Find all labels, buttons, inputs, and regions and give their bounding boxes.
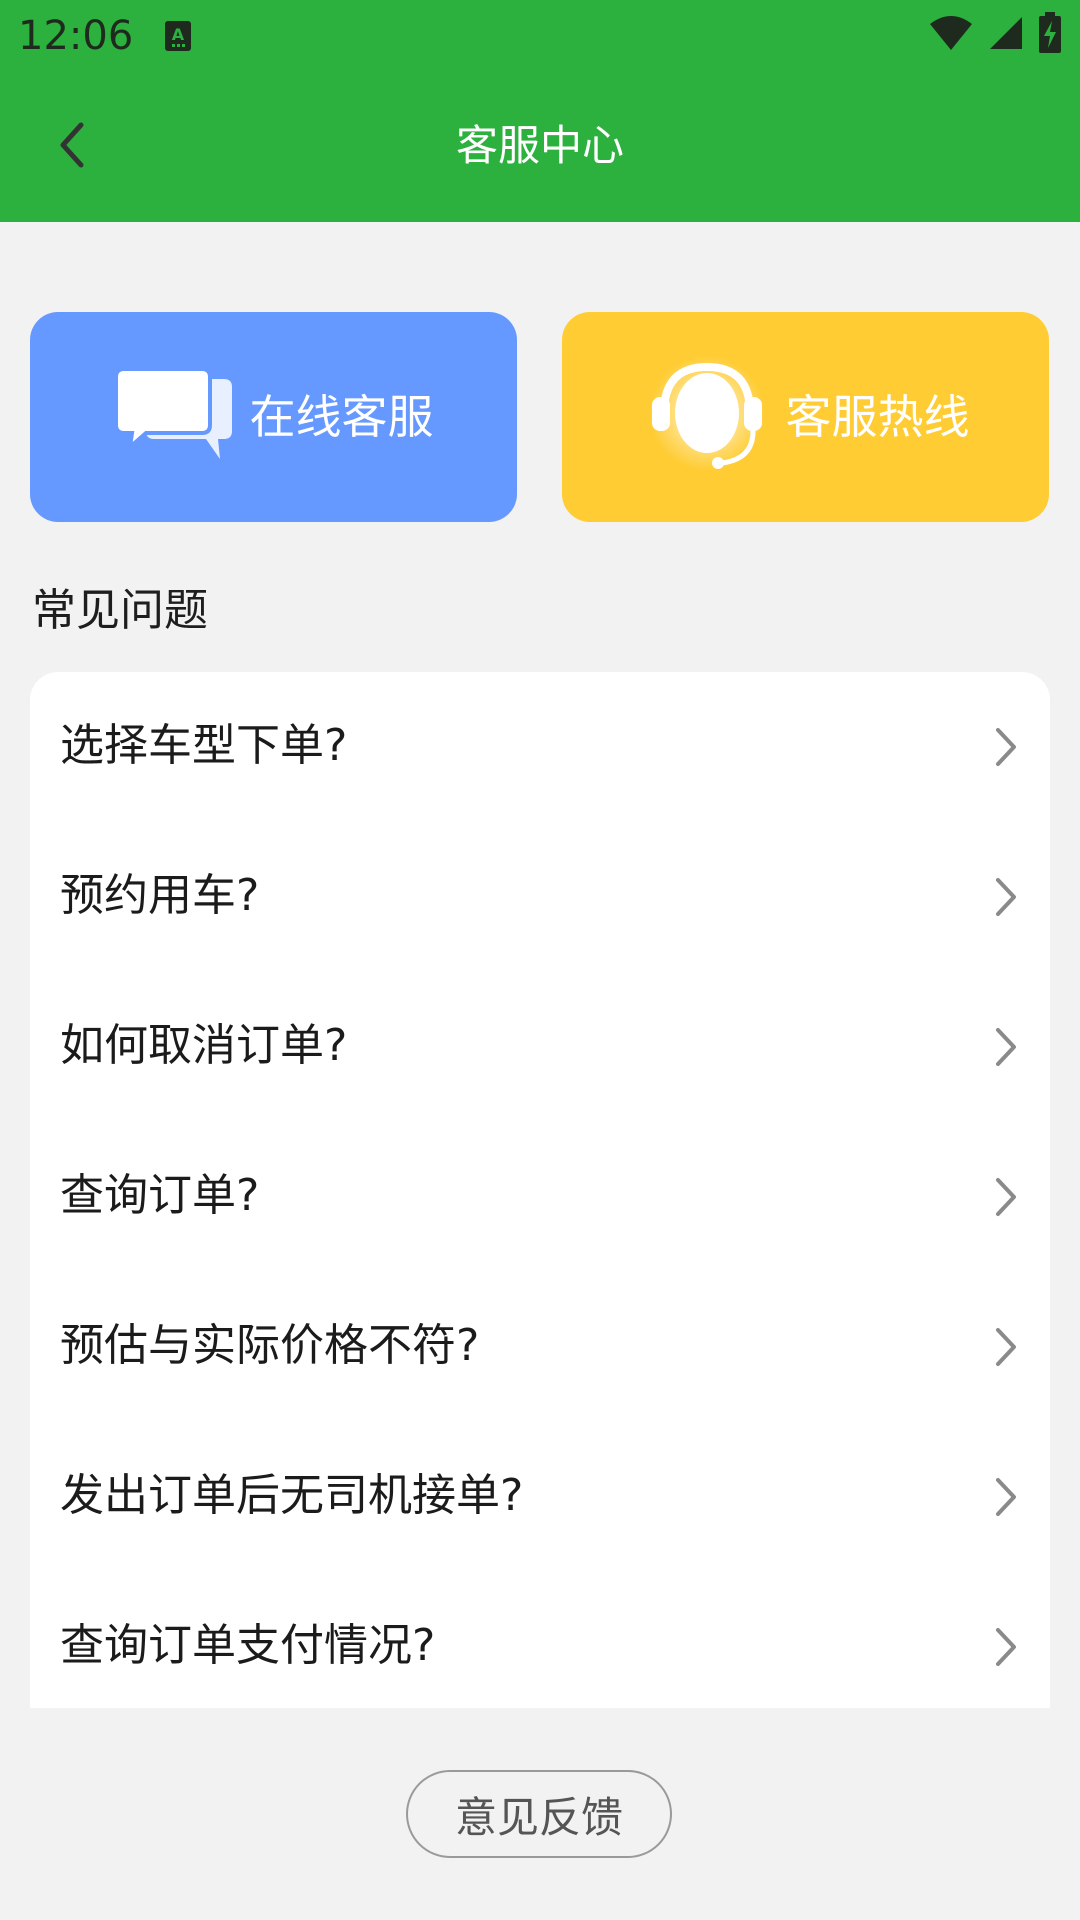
online-service-button[interactable]: 在线客服 — [30, 312, 517, 522]
feedback-button[interactable]: 意见反馈 — [406, 1770, 672, 1858]
faq-item[interactable]: 预估与实际价格不符? — [30, 1272, 1050, 1422]
app-bar: 客服中心 — [0, 72, 1080, 222]
chevron-right-icon — [990, 1024, 1020, 1070]
cell-signal-icon — [988, 15, 1024, 55]
faq-item-label: 查询订单? — [60, 1170, 260, 1221]
chat-bubbles-icon — [113, 365, 236, 469]
faq-item[interactable]: 选择车型下单? — [30, 672, 1050, 822]
faq-item[interactable]: 查询订单支付情况? — [30, 1572, 1050, 1708]
headset-icon — [642, 355, 772, 479]
status-time: 12:06 — [18, 13, 134, 59]
svg-text:A: A — [172, 25, 185, 44]
chevron-right-icon — [990, 874, 1020, 920]
service-hotline-label: 客服热线 — [785, 390, 970, 444]
status-icons — [928, 12, 1062, 58]
faq-item[interactable]: 预约用车? — [30, 822, 1050, 972]
faq-item[interactable]: 查询订单? — [30, 1122, 1050, 1272]
faq-item[interactable]: 发出订单后无司机接单? — [30, 1422, 1050, 1572]
faq-item[interactable]: 如何取消订单? — [30, 972, 1050, 1122]
faq-item-label: 如何取消订单? — [60, 1020, 348, 1071]
faq-item-label: 预估与实际价格不符? — [60, 1320, 480, 1371]
faq-item-label: 选择车型下单? — [60, 720, 348, 771]
chevron-right-icon — [990, 1624, 1020, 1670]
chevron-right-icon — [990, 1474, 1020, 1520]
wifi-icon — [928, 14, 974, 56]
faq-item-label: 预约用车? — [60, 870, 260, 921]
page-title: 客服中心 — [455, 121, 624, 170]
faq-item-label: 查询订单支付情况? — [60, 1620, 436, 1671]
faq-section-title: 常见问题 — [32, 585, 208, 636]
service-hotline-button[interactable]: 客服热线 — [562, 312, 1049, 522]
faq-item-label: 发出订单后无司机接单? — [60, 1470, 524, 1521]
chevron-right-icon — [990, 1324, 1020, 1370]
status-bar: 12:06 A — [0, 0, 1080, 72]
chevron-right-icon — [990, 724, 1020, 770]
battery-charging-icon — [1038, 12, 1062, 58]
faq-list: 选择车型下单? 预约用车? 如何取消订单? 查询订单? 预估与实际价格不符? 发… — [30, 672, 1050, 1708]
online-service-label: 在线客服 — [249, 390, 434, 444]
notification-a-icon: A — [164, 20, 192, 52]
chevron-right-icon — [990, 1174, 1020, 1220]
